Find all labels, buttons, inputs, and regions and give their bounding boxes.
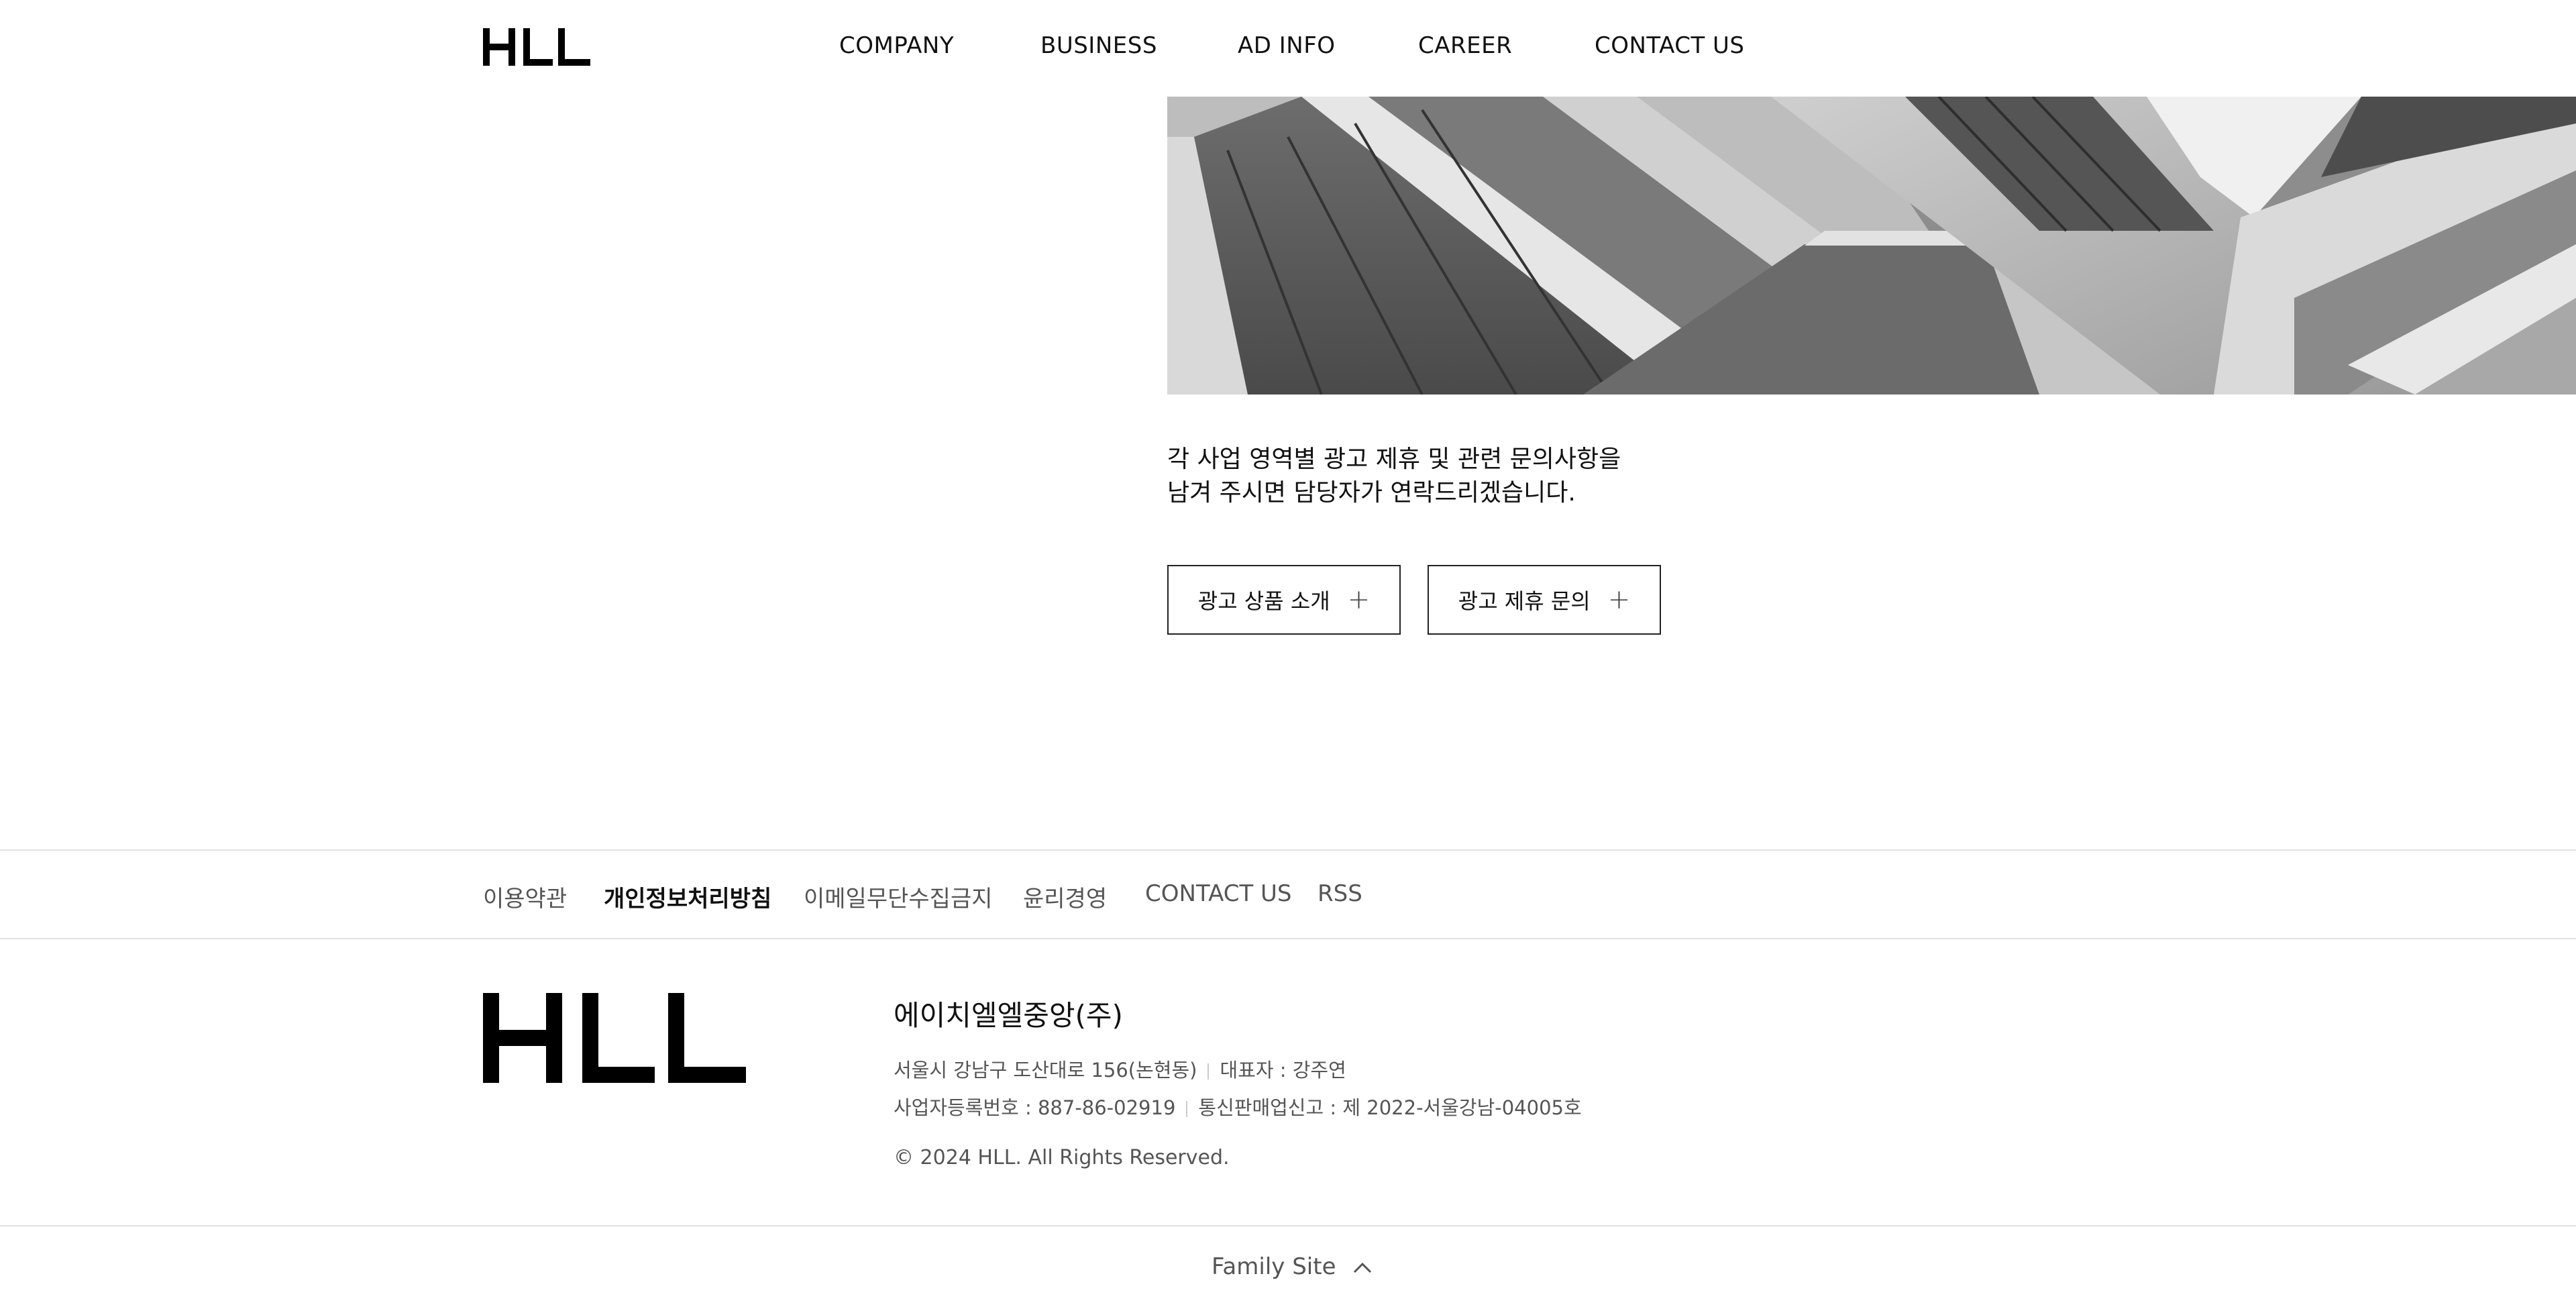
hll-footer-logo	[483, 993, 746, 1083]
ad-products-label: 광고 상품 소개	[1197, 588, 1330, 614]
intro-line-2: 남겨 주시면 담당자가 연락드리겠습니다.	[1167, 479, 1576, 507]
company-address: 서울시 강남구 도산대로 156(논현동)	[894, 1059, 1197, 1082]
ad-partnership-label: 광고 제휴 문의	[1458, 588, 1591, 614]
nav-career[interactable]: CAREER	[1418, 32, 1512, 59]
nav-ad-info[interactable]: AD INFO	[1238, 32, 1336, 59]
ad-partnership-button[interactable]: 광고 제휴 문의 +	[1428, 565, 1661, 635]
ad-inquiry-intro: 각 사업 영역별 광고 제휴 및 관련 문의사항을 남겨 주시면 담당자가 연락…	[1167, 443, 1838, 510]
ad-products-button[interactable]: 광고 상품 소개 +	[1167, 565, 1401, 635]
plus-icon: +	[1347, 584, 1371, 615]
hll-logo[interactable]	[483, 28, 590, 66]
footer-link-contact-us[interactable]: CONTACT US	[1145, 880, 1292, 907]
intro-line-1: 각 사업 영역별 광고 제휴 및 관련 문의사항을	[1167, 445, 1621, 473]
footer-link-terms[interactable]: 이용약관	[483, 880, 567, 913]
footer-links-bar: 이용약관 개인정보처리방침 이메일무단수집금지 윤리경영 CONTACT US …	[0, 849, 2576, 939]
company-name: 에이치엘엘중앙(주)	[894, 999, 1123, 1032]
family-site-toggle[interactable]: Family Site	[1212, 1253, 1373, 1280]
ecommerce-registration: 통신판매업신고 : 제 2022-서울강남-04005호	[1198, 1096, 1582, 1119]
nav-business[interactable]: BUSINESS	[1040, 32, 1157, 59]
site-header: COMPANY BUSINESS AD INFO CAREER CONTACT …	[0, 0, 2576, 97]
family-site-bar: Family Site	[0, 1225, 2576, 1311]
hero-building-image	[1167, 97, 2576, 395]
company-address-line: 서울시 강남구 도산대로 156(논현동) 대표자 : 강주연	[894, 1055, 1346, 1083]
company-ceo: 대표자 : 강주연	[1220, 1059, 1346, 1082]
business-registration-number: 사업자등록번호 : 887-86-02919	[894, 1096, 1176, 1119]
chevron-up-icon	[1354, 1262, 1372, 1273]
divider	[1208, 1063, 1210, 1080]
nav-company[interactable]: COMPANY	[839, 32, 954, 59]
footer-link-privacy[interactable]: 개인정보처리방침	[604, 880, 771, 913]
nav-contact-us[interactable]: CONTACT US	[1595, 32, 1745, 59]
footer-link-ethics[interactable]: 윤리경영	[1023, 880, 1107, 913]
family-site-label: Family Site	[1212, 1253, 1336, 1280]
footer-link-no-email-collection[interactable]: 이메일무단수집금지	[804, 880, 993, 913]
company-registration-line: 사업자등록번호 : 887-86-02919 통신판매업신고 : 제 2022-서…	[894, 1092, 1582, 1120]
plus-icon: +	[1607, 584, 1631, 615]
footer-link-rss[interactable]: RSS	[1318, 880, 1362, 907]
copyright: © 2024 HLL. All Rights Reserved.	[894, 1146, 1230, 1169]
divider	[1186, 1101, 1188, 1117]
